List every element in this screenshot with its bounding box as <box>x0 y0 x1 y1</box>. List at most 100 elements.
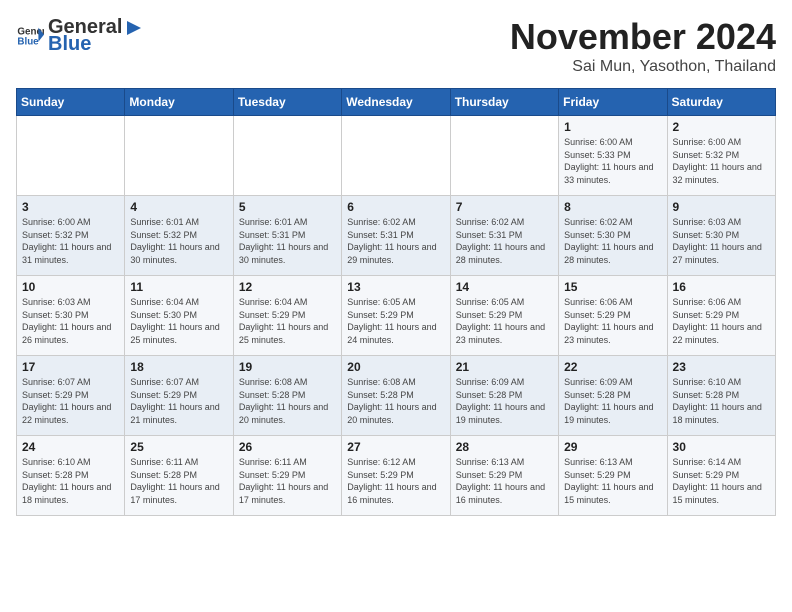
logo-arrow-icon <box>123 17 145 39</box>
calendar-cell <box>125 116 233 196</box>
day-number: 21 <box>456 360 553 374</box>
day-info: Sunrise: 6:08 AM Sunset: 5:28 PM Dayligh… <box>239 376 336 426</box>
day-info: Sunrise: 6:04 AM Sunset: 5:30 PM Dayligh… <box>130 296 227 346</box>
calendar-cell: 23 Sunrise: 6:10 AM Sunset: 5:28 PM Dayli… <box>667 356 775 436</box>
calendar-week-row: 24Sunrise: 6:10 AM Sunset: 5:28 PM Dayli… <box>17 436 776 516</box>
calendar-cell: 22 Sunrise: 6:09 AM Sunset: 5:28 PM Dayli… <box>559 356 667 436</box>
day-number: 29 <box>564 440 661 454</box>
calendar-cell: 30 Sunrise: 6:14 AM Sunset: 5:29 PM Dayli… <box>667 436 775 516</box>
day-number: 23 <box>673 360 770 374</box>
column-header-wednesday: Wednesday <box>342 89 450 116</box>
day-info: Sunrise: 6:03 AM Sunset: 5:30 PM Dayligh… <box>673 216 770 266</box>
day-number: 28 <box>456 440 553 454</box>
calendar-week-row: 1 Sunrise: 6:00 AM Sunset: 5:33 PM Daylig… <box>17 116 776 196</box>
day-info: Sunrise: 6:06 AM Sunset: 5:29 PM Dayligh… <box>564 296 661 346</box>
calendar-cell: 26 Sunrise: 6:11 AM Sunset: 5:29 PM Dayli… <box>233 436 341 516</box>
day-info: Sunrise: 6:06 AM Sunset: 5:29 PM Dayligh… <box>673 296 770 346</box>
calendar-cell: 1 Sunrise: 6:00 AM Sunset: 5:33 PM Daylig… <box>559 116 667 196</box>
title-block: November 2024 Sai Mun, Yasothon, Thailan… <box>510 16 776 76</box>
calendar-cell: 27 Sunrise: 6:12 AM Sunset: 5:29 PM Dayli… <box>342 436 450 516</box>
day-number: 11 <box>130 280 227 294</box>
calendar-cell: 9 Sunrise: 6:03 AM Sunset: 5:30 PM Daylig… <box>667 196 775 276</box>
calendar-week-row: 17 Sunrise: 6:07 AM Sunset: 5:29 PM Dayli… <box>17 356 776 436</box>
day-number: 4 <box>130 200 227 214</box>
calendar-week-row: 3 Sunrise: 6:00 AM Sunset: 5:32 PM Daylig… <box>17 196 776 276</box>
column-header-tuesday: Tuesday <box>233 89 341 116</box>
day-info: Sunrise: 6:00 AM Sunset: 5:32 PM Dayligh… <box>673 136 770 186</box>
day-info: Sunrise: 6:12 AM Sunset: 5:29 PM Dayligh… <box>347 456 444 506</box>
calendar-cell: 5Sunrise: 6:01 AM Sunset: 5:31 PM Daylig… <box>233 196 341 276</box>
day-info: Sunrise: 6:05 AM Sunset: 5:29 PM Dayligh… <box>347 296 444 346</box>
logo-icon: General Blue <box>16 22 44 50</box>
day-info: Sunrise: 6:09 AM Sunset: 5:28 PM Dayligh… <box>456 376 553 426</box>
calendar-cell: 15Sunrise: 6:06 AM Sunset: 5:29 PM Dayli… <box>559 276 667 356</box>
day-number: 13 <box>347 280 444 294</box>
day-info: Sunrise: 6:05 AM Sunset: 5:29 PM Dayligh… <box>456 296 553 346</box>
day-number: 25 <box>130 440 227 454</box>
day-number: 20 <box>347 360 444 374</box>
day-info: Sunrise: 6:07 AM Sunset: 5:29 PM Dayligh… <box>130 376 227 426</box>
day-info: Sunrise: 6:03 AM Sunset: 5:30 PM Dayligh… <box>22 296 119 346</box>
day-number: 8 <box>564 200 661 214</box>
calendar-cell: 6 Sunrise: 6:02 AM Sunset: 5:31 PM Daylig… <box>342 196 450 276</box>
calendar-cell <box>342 116 450 196</box>
day-number: 26 <box>239 440 336 454</box>
column-header-thursday: Thursday <box>450 89 558 116</box>
calendar-cell: 17 Sunrise: 6:07 AM Sunset: 5:29 PM Dayli… <box>17 356 125 436</box>
column-header-sunday: Sunday <box>17 89 125 116</box>
day-number: 16 <box>673 280 770 294</box>
day-number: 17 <box>22 360 119 374</box>
day-info: Sunrise: 6:08 AM Sunset: 5:28 PM Dayligh… <box>347 376 444 426</box>
calendar-cell: 8 Sunrise: 6:02 AM Sunset: 5:30 PM Daylig… <box>559 196 667 276</box>
calendar-cell: 12 Sunrise: 6:04 AM Sunset: 5:29 PM Dayli… <box>233 276 341 356</box>
location-subtitle: Sai Mun, Yasothon, Thailand <box>510 58 776 76</box>
day-number: 30 <box>673 440 770 454</box>
day-info: Sunrise: 6:10 AM Sunset: 5:28 PM Dayligh… <box>673 376 770 426</box>
day-info: Sunrise: 6:02 AM Sunset: 5:31 PM Dayligh… <box>347 216 444 266</box>
calendar-cell: 28 Sunrise: 6:13 AM Sunset: 5:29 PM Dayli… <box>450 436 558 516</box>
day-info: Sunrise: 6:00 AM Sunset: 5:33 PM Dayligh… <box>564 136 661 186</box>
logo: General Blue General Blue <box>16 16 146 56</box>
day-number: 12 <box>239 280 336 294</box>
day-info: Sunrise: 6:10 AM Sunset: 5:28 PM Dayligh… <box>22 456 119 506</box>
calendar-cell: 29 Sunrise: 6:13 AM Sunset: 5:29 PM Dayli… <box>559 436 667 516</box>
day-info: Sunrise: 6:04 AM Sunset: 5:29 PM Dayligh… <box>239 296 336 346</box>
day-info: Sunrise: 6:11 AM Sunset: 5:28 PM Dayligh… <box>130 456 227 506</box>
day-number: 14 <box>456 280 553 294</box>
day-number: 6 <box>347 200 444 214</box>
calendar-cell: 3 Sunrise: 6:00 AM Sunset: 5:32 PM Daylig… <box>17 196 125 276</box>
day-info: Sunrise: 6:14 AM Sunset: 5:29 PM Dayligh… <box>673 456 770 506</box>
calendar-cell: 10 Sunrise: 6:03 AM Sunset: 5:30 PM Dayli… <box>17 276 125 356</box>
day-info: Sunrise: 6:02 AM Sunset: 5:30 PM Dayligh… <box>564 216 661 266</box>
day-number: 2 <box>673 120 770 134</box>
calendar-cell <box>17 116 125 196</box>
day-info: Sunrise: 6:02 AM Sunset: 5:31 PM Dayligh… <box>456 216 553 266</box>
day-number: 3 <box>22 200 119 214</box>
day-info: Sunrise: 6:07 AM Sunset: 5:29 PM Dayligh… <box>22 376 119 426</box>
day-number: 9 <box>673 200 770 214</box>
day-info: Sunrise: 6:13 AM Sunset: 5:29 PM Dayligh… <box>456 456 553 506</box>
day-number: 18 <box>130 360 227 374</box>
day-number: 27 <box>347 440 444 454</box>
calendar-cell: 2 Sunrise: 6:00 AM Sunset: 5:32 PM Daylig… <box>667 116 775 196</box>
calendar-cell <box>233 116 341 196</box>
calendar-cell: 18 Sunrise: 6:07 AM Sunset: 5:29 PM Dayli… <box>125 356 233 436</box>
day-info: Sunrise: 6:01 AM Sunset: 5:32 PM Dayligh… <box>130 216 227 266</box>
day-number: 10 <box>22 280 119 294</box>
calendar-header-row: SundayMondayTuesdayWednesdayThursdayFrid… <box>17 89 776 116</box>
column-header-monday: Monday <box>125 89 233 116</box>
day-number: 19 <box>239 360 336 374</box>
calendar-cell: 25 Sunrise: 6:11 AM Sunset: 5:28 PM Dayli… <box>125 436 233 516</box>
calendar-cell: 7Sunrise: 6:02 AM Sunset: 5:31 PM Daylig… <box>450 196 558 276</box>
calendar-table: SundayMondayTuesdayWednesdayThursdayFrid… <box>16 88 776 516</box>
page-header: General Blue General Blue November 2024 … <box>16 16 776 76</box>
calendar-week-row: 10 Sunrise: 6:03 AM Sunset: 5:30 PM Dayli… <box>17 276 776 356</box>
day-info: Sunrise: 6:09 AM Sunset: 5:28 PM Dayligh… <box>564 376 661 426</box>
day-number: 22 <box>564 360 661 374</box>
day-info: Sunrise: 6:01 AM Sunset: 5:31 PM Dayligh… <box>239 216 336 266</box>
day-info: Sunrise: 6:13 AM Sunset: 5:29 PM Dayligh… <box>564 456 661 506</box>
day-info: Sunrise: 6:11 AM Sunset: 5:29 PM Dayligh… <box>239 456 336 506</box>
day-info: Sunrise: 6:00 AM Sunset: 5:32 PM Dayligh… <box>22 216 119 266</box>
day-number: 1 <box>564 120 661 134</box>
calendar-cell: 13 Sunrise: 6:05 AM Sunset: 5:29 PM Dayli… <box>342 276 450 356</box>
